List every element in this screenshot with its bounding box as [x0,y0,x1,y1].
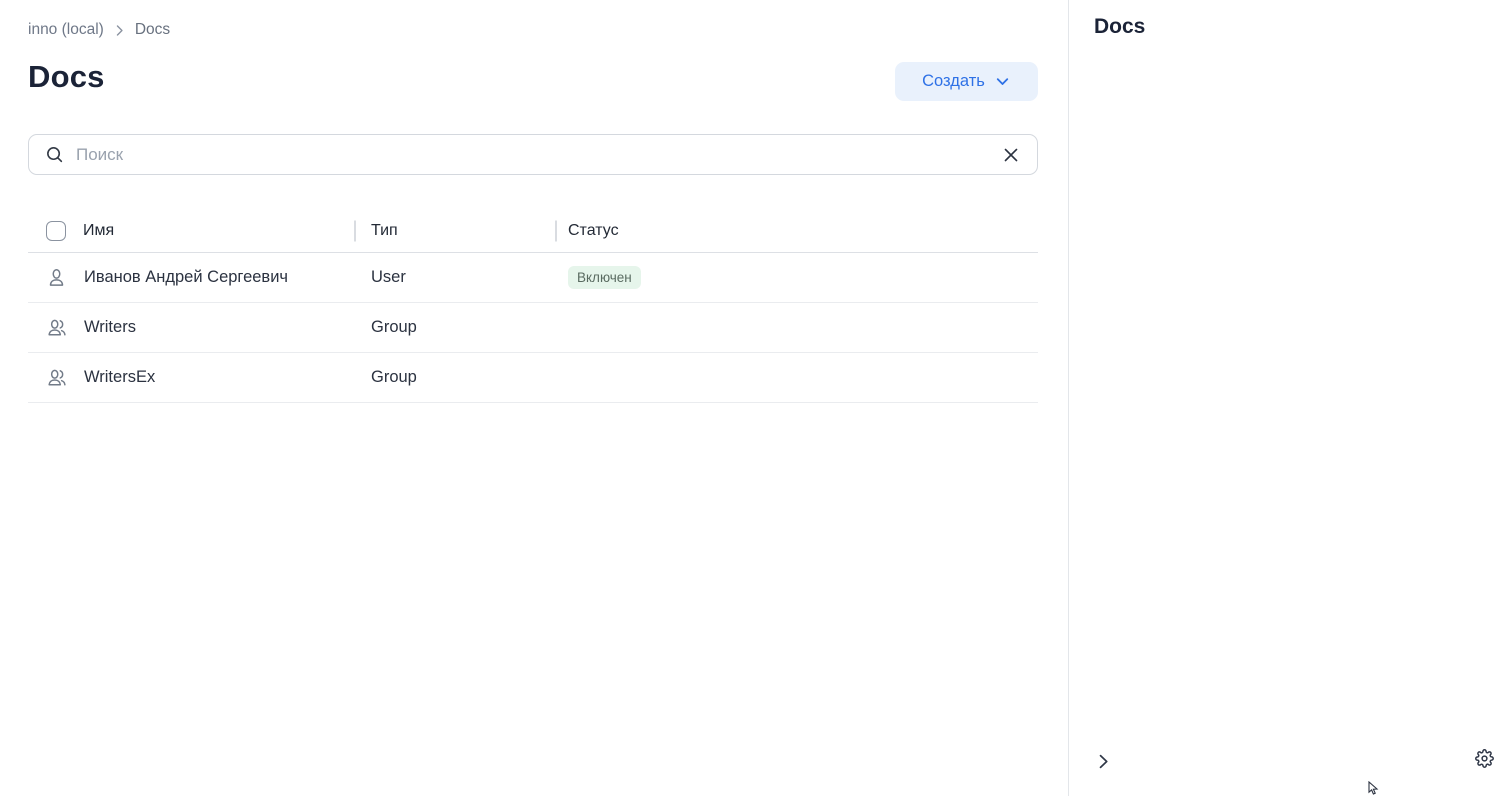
group-icon [46,317,67,338]
column-header-type: Тип [371,222,398,240]
chevron-right-icon [113,24,126,37]
objects-table: Имя Тип Статус Иванов Андрей Сергеевич [28,210,1038,403]
row-name: Иванов Андрей Сергеевич [84,268,288,287]
column-header-name: Имя [83,222,114,240]
select-all-checkbox[interactable] [46,221,66,241]
row-name: WritersEx [84,368,155,387]
table-row[interactable]: Writers Group [28,303,1038,353]
search-bar [28,134,1038,175]
breadcrumb-item-current[interactable]: Docs [135,21,170,39]
group-icon [46,367,67,388]
clear-search-button[interactable] [999,143,1023,167]
details-side-panel: Docs [1068,0,1505,796]
settings-button[interactable] [1473,747,1496,770]
expand-panel-button[interactable] [1093,751,1114,772]
row-type: Group [371,318,417,337]
chevron-down-icon [994,73,1011,90]
user-icon [46,267,67,288]
main-content-area: inno (local) Docs Docs Создать Имя Тип [0,0,1068,796]
table-header-row: Имя Тип Статус [28,210,1038,253]
status-badge: Включен [568,266,641,290]
row-type: Group [371,368,417,387]
page-title: Docs [28,59,105,95]
create-button[interactable]: Создать [895,62,1038,101]
breadcrumb: inno (local) Docs [28,21,170,39]
chevron-right-icon [1095,753,1112,770]
search-icon [45,145,64,164]
row-type: User [371,268,406,287]
row-name: Writers [84,318,136,337]
create-button-label: Создать [922,72,985,91]
search-input[interactable] [76,145,999,165]
side-panel-title: Docs [1094,15,1145,39]
table-row[interactable]: Иванов Андрей Сергеевич User Включен [28,253,1038,303]
gear-icon [1475,749,1494,768]
close-icon [1001,145,1021,165]
breadcrumb-item-root[interactable]: inno (local) [28,21,104,39]
table-row[interactable]: WritersEx Group [28,353,1038,403]
column-header-status: Статус [568,222,619,240]
